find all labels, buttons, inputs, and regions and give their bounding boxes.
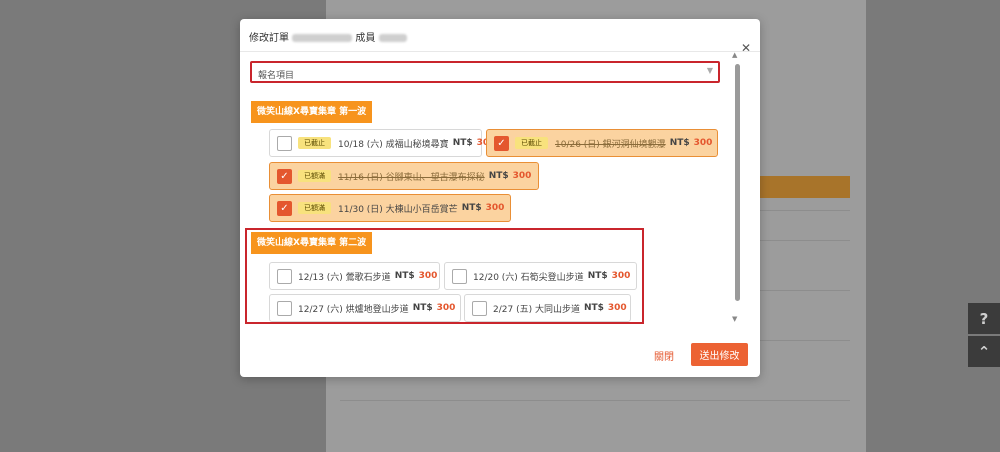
event-option[interactable]: ✓ 已額滿 11/30 (日) 大棟山小百岳賞芒 NT$ 300 bbox=[269, 194, 511, 222]
price: 300 bbox=[418, 271, 438, 281]
group-title: 微笑山線X尋寶集章 第一波 bbox=[251, 101, 373, 123]
background-divider bbox=[340, 400, 850, 401]
status-badge: 已額滿 bbox=[298, 202, 331, 214]
currency: NT$ bbox=[452, 138, 473, 148]
status-badge: 已截止 bbox=[515, 137, 548, 149]
group-title: 微笑山線X尋寶集章 第二波 bbox=[251, 232, 373, 254]
event-option[interactable]: ✓ 已截止 10/26 (日) 銀河洞仙境觀瀑 NT$ 300 bbox=[486, 129, 718, 157]
currency: NT$ bbox=[488, 171, 509, 181]
check-icon: ✓ bbox=[280, 170, 289, 182]
redacted-member-name bbox=[378, 34, 407, 42]
event-label: 11/16 (日) 谷腳東山、望古瀑布探秘 bbox=[338, 172, 485, 183]
event-label: 12/20 (六) 石筍尖登山步道 bbox=[473, 272, 584, 283]
checkbox-checked[interactable]: ✓ bbox=[494, 135, 509, 151]
currency: NT$ bbox=[587, 271, 608, 281]
checkbox[interactable] bbox=[277, 268, 292, 284]
event-label: 12/27 (六) 烘爐地登山步道 bbox=[298, 304, 409, 315]
triangle-up-icon[interactable]: ▲ bbox=[732, 51, 737, 59]
event-option[interactable]: 2/27 (五) 大同山步道 NT$ 300 bbox=[464, 294, 631, 322]
price: 300 bbox=[607, 303, 627, 313]
modal-header: 修改訂單 成員 bbox=[240, 19, 760, 52]
price: 300 bbox=[611, 271, 631, 281]
help-button[interactable]: ? bbox=[968, 303, 1000, 334]
checkbox-checked[interactable]: ✓ bbox=[277, 168, 292, 184]
scrollbar-thumb[interactable] bbox=[735, 64, 740, 301]
modal-title: 修改訂單 成員 bbox=[249, 29, 407, 44]
select-value: 報名項目 bbox=[258, 71, 295, 81]
question-icon: ? bbox=[979, 309, 989, 328]
back-to-top-button[interactable]: ⌃ bbox=[968, 336, 1000, 367]
event-option[interactable]: 12/20 (六) 石筍尖登山步道 NT$ 300 bbox=[444, 262, 637, 290]
chevron-up-icon: ⌃ bbox=[977, 342, 991, 361]
edit-order-modal: 修改訂單 成員 ✕ 報名項目 ▼ 微笑山線X尋寶集章 第一波 已截止 10/18… bbox=[240, 19, 760, 377]
chevron-down-icon: ▼ bbox=[706, 66, 713, 75]
currency: NT$ bbox=[583, 303, 604, 313]
status-badge: 已截止 bbox=[298, 137, 331, 149]
price: 300 bbox=[693, 138, 713, 148]
event-label: 10/26 (日) 銀河洞仙境觀瀑 bbox=[555, 139, 666, 150]
checkbox[interactable] bbox=[277, 300, 292, 316]
currency: NT$ bbox=[412, 303, 433, 313]
event-label: 11/30 (日) 大棟山小百岳賞芒 bbox=[338, 204, 458, 215]
checkbox[interactable] bbox=[277, 135, 292, 151]
event-label: 10/18 (六) 成福山秘境尋寶 bbox=[338, 139, 449, 150]
price: 300 bbox=[512, 171, 532, 181]
currency: NT$ bbox=[461, 203, 482, 213]
check-icon: ✓ bbox=[497, 137, 506, 149]
status-badge: 已額滿 bbox=[298, 170, 331, 182]
event-label: 12/13 (六) 鶯歌石步道 bbox=[298, 272, 391, 283]
currency: NT$ bbox=[669, 138, 690, 148]
event-option[interactable]: 12/13 (六) 鶯歌石步道 NT$ 300 bbox=[269, 262, 440, 290]
checkbox[interactable] bbox=[472, 300, 487, 316]
check-icon: ✓ bbox=[280, 202, 289, 214]
event-option[interactable]: ✓ 已額滿 11/16 (日) 谷腳東山、望古瀑布探秘 NT$ 300 bbox=[269, 162, 539, 190]
price: 300 bbox=[485, 203, 505, 213]
event-option[interactable]: 12/27 (六) 烘爐地登山步道 NT$ 300 bbox=[269, 294, 461, 322]
redacted-order-id bbox=[292, 34, 353, 42]
triangle-down-icon[interactable]: ▼ bbox=[732, 315, 737, 323]
event-label: 2/27 (五) 大同山步道 bbox=[493, 304, 580, 315]
close-icon[interactable]: ✕ bbox=[741, 41, 751, 55]
checkbox-checked[interactable]: ✓ bbox=[277, 200, 292, 216]
registration-item-select[interactable]: 報名項目 ▼ bbox=[250, 61, 720, 83]
event-option[interactable]: 已截止 10/18 (六) 成福山秘境尋寶 NT$ 300 bbox=[269, 129, 495, 157]
price: 300 bbox=[436, 303, 456, 313]
checkbox[interactable] bbox=[452, 268, 467, 284]
submit-button[interactable]: 送出修改 bbox=[691, 343, 748, 366]
close-button[interactable]: 關閉 bbox=[654, 348, 674, 363]
currency: NT$ bbox=[394, 271, 415, 281]
